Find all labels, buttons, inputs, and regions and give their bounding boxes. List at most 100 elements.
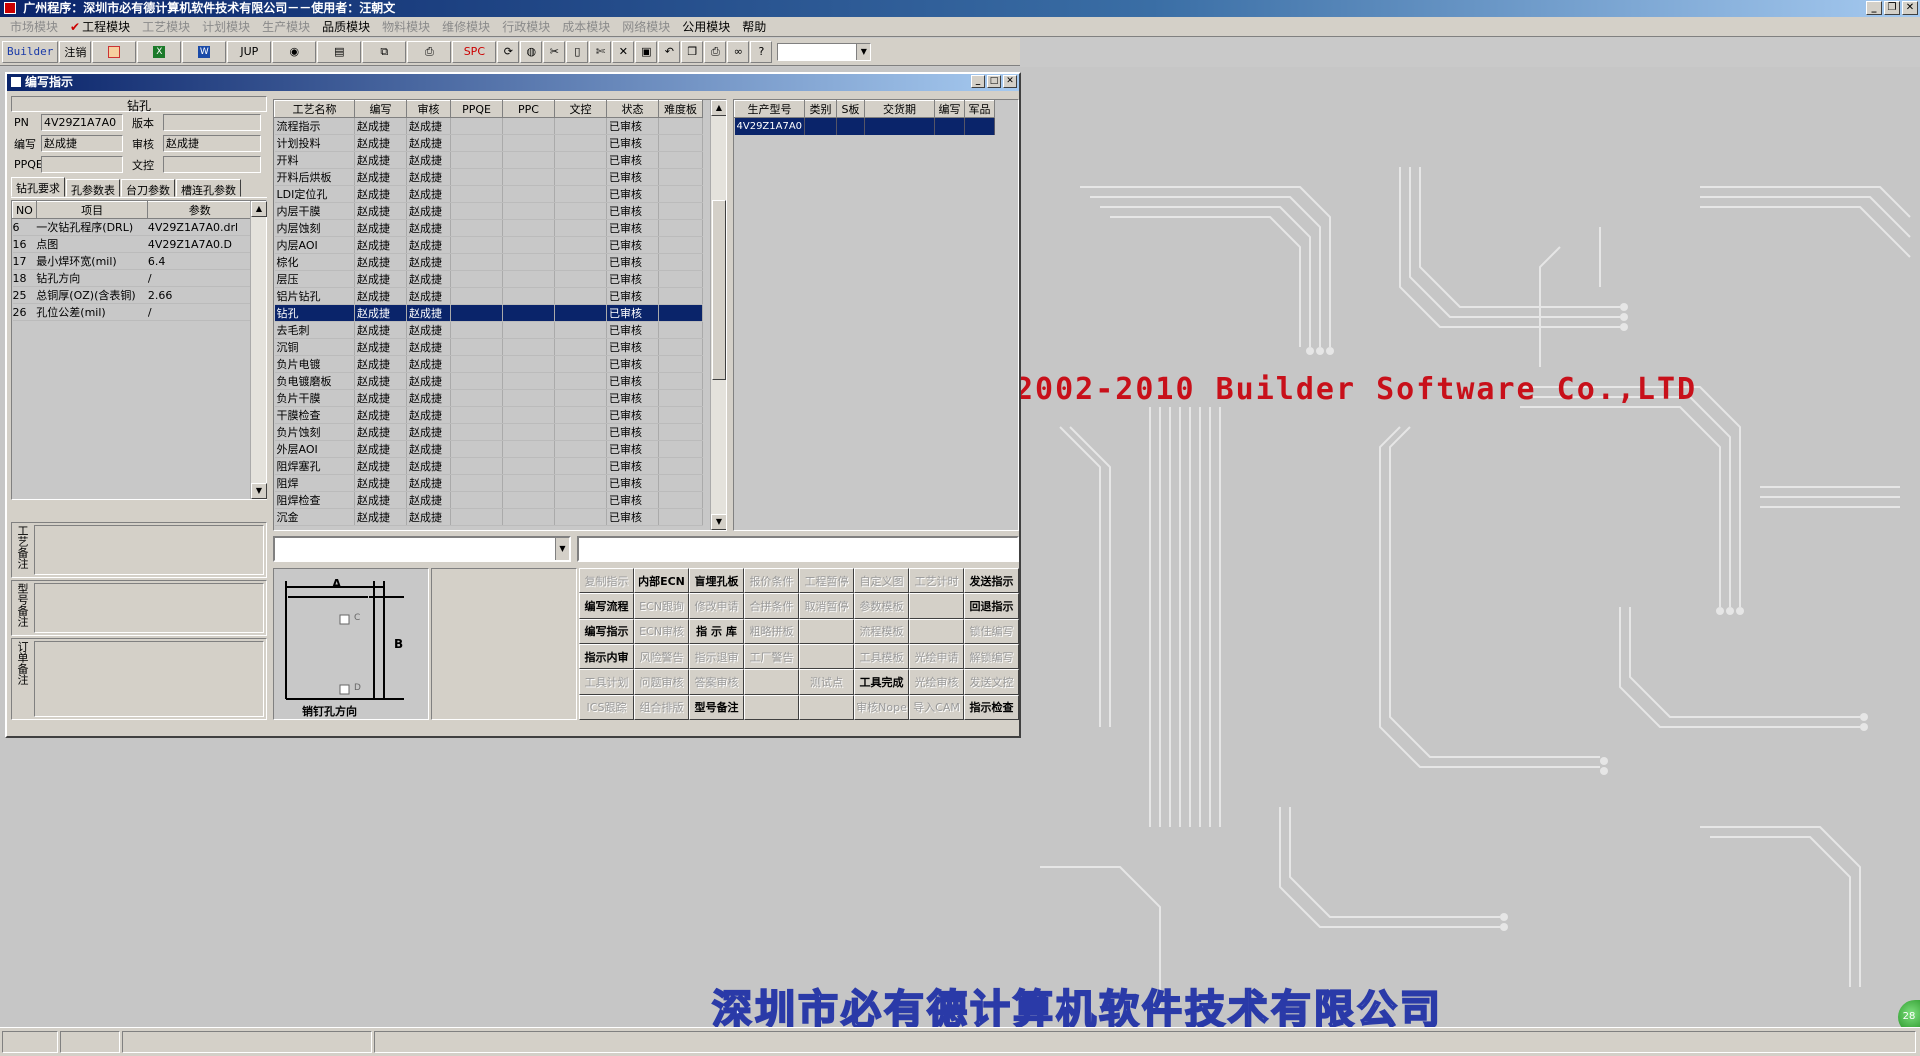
model-row[interactable]: 4V29Z1A7A0 — [734, 117, 995, 135]
menu-item[interactable]: ✔ 工程模块 — [64, 18, 136, 35]
menu-item[interactable]: 生产模块 — [256, 18, 316, 35]
model-notes-input[interactable] — [34, 583, 264, 633]
params-row[interactable]: 16 点图 4V29Z1A7A0.D — [12, 235, 252, 253]
tab-2[interactable]: 孔参数表 — [66, 179, 120, 197]
process-row[interactable]: 铝片钻孔 赵成捷 赵成捷 已审核 — [274, 287, 703, 305]
process-column-header[interactable]: 文控 — [554, 100, 607, 118]
process-grid[interactable]: 工艺名称 编写 审核 PPQE PPC 文控 状态 难度板 流程指示 赵成捷 赵成捷 已审核 计划投料… — [273, 99, 727, 531]
command-button[interactable]: 自定义图 — [854, 568, 909, 594]
process-row[interactable]: 沉铜 赵成捷 赵成捷 已审核 — [274, 338, 703, 356]
drilling-params-grid[interactable]: NO 项目 参数 6 一次钻孔程序(DRL) 4V29Z1A7A0.drl 16 点图 4V2… — [11, 200, 267, 500]
cut-icon[interactable]: ✂ — [543, 40, 566, 63]
undo-icon[interactable]: ↶ — [658, 40, 681, 63]
process-row[interactable]: 阻焊塞孔 赵成捷 赵成捷 已审核 — [274, 457, 703, 475]
builder-button[interactable]: Builder — [2, 40, 59, 63]
book-icon[interactable]: ▤ — [317, 40, 362, 63]
save-icon[interactable]: ▣ — [635, 40, 658, 63]
tab-4[interactable]: 槽连孔参数 — [176, 179, 241, 197]
logout-button[interactable]: 注销 — [59, 40, 92, 63]
model-grid[interactable]: 生产型号 类别 S板 交货期 编写 军品 4V29Z1A7A0 — [733, 99, 1019, 531]
scroll-down-icon[interactable]: ▼ — [711, 514, 726, 530]
new-file-icon[interactable]: ▯ — [566, 40, 589, 63]
process-row[interactable]: 外层AOI 赵成捷 赵成捷 已审核 — [274, 440, 703, 458]
model-column-header[interactable]: 军品 — [964, 100, 995, 118]
command-button[interactable]: 指 示 库 — [689, 618, 744, 644]
window-close-button[interactable]: ✕ — [1003, 75, 1017, 88]
menu-item[interactable]: 行政模块 — [496, 18, 556, 35]
command-button[interactable]: 导入CAM — [909, 694, 964, 720]
printer-icon[interactable]: ⎙ — [407, 40, 452, 63]
command-button[interactable]: 修改申请 — [689, 593, 744, 619]
model-column-header[interactable]: 交货期 — [864, 100, 935, 118]
chevron-down-icon[interactable]: ▼ — [856, 43, 871, 60]
process-row[interactable]: 内层AOI 赵成捷 赵成捷 已审核 — [274, 236, 703, 254]
minimize-button[interactable]: _ — [1866, 1, 1882, 15]
command-button[interactable]: 工艺计时 — [909, 568, 964, 594]
scroll-thumb[interactable] — [712, 200, 726, 380]
command-button[interactable]: 复制指示 — [579, 568, 634, 594]
model-column-header[interactable]: 编写 — [934, 100, 965, 118]
command-button[interactable]: 光绘审核 — [909, 669, 964, 695]
process-row[interactable]: 负片蚀刻 赵成捷 赵成捷 已审核 — [274, 423, 703, 441]
process-row[interactable]: 开料后烘板 赵成捷 赵成捷 已审核 — [274, 168, 703, 186]
scroll-up-icon[interactable]: ▲ — [711, 100, 726, 116]
chevron-down-icon[interactable]: ▼ — [555, 538, 569, 560]
process-row[interactable]: 负电镀磨板 赵成捷 赵成捷 已审核 — [274, 372, 703, 390]
process-column-header[interactable]: PPQE — [450, 100, 503, 118]
eye-icon[interactable]: ◉ — [272, 40, 317, 63]
window-minimize-button[interactable]: _ — [971, 75, 985, 88]
process-row[interactable]: 去毛刺 赵成捷 赵成捷 已审核 — [274, 321, 703, 339]
command-button[interactable]: ECN跟询 — [634, 593, 689, 619]
command-button[interactable]: 指示退审 — [689, 644, 744, 670]
menu-item[interactable]: 品质模块 — [316, 18, 376, 35]
command-button[interactable]: 流程模板 — [854, 618, 909, 644]
cut-icon[interactable]: ✄ — [589, 40, 612, 63]
command-button[interactable]: 内部ECN — [634, 568, 689, 594]
process-column-header[interactable]: 难度板 — [658, 100, 703, 118]
document-control-field[interactable] — [163, 156, 261, 173]
command-button[interactable]: 粗略拼板 — [744, 618, 799, 644]
process-row[interactable]: 开料 赵成捷 赵成捷 已审核 — [274, 151, 703, 169]
process-row[interactable]: 棕化 赵成捷 赵成捷 已审核 — [274, 253, 703, 271]
writer-field[interactable]: 赵成捷 — [41, 135, 123, 152]
close-button[interactable]: ✕ — [1902, 1, 1918, 15]
process-row[interactable]: 干膜检查 赵成捷 赵成捷 已审核 — [274, 406, 703, 424]
restore-button[interactable]: ❐ — [1884, 1, 1900, 15]
params-scrollbar[interactable]: ▲ ▼ — [250, 201, 267, 499]
process-row[interactable]: 流程指示 赵成捷 赵成捷 已审核 — [274, 117, 703, 135]
craft-notes-input[interactable] — [34, 525, 264, 575]
command-button[interactable]: 风险警告 — [634, 644, 689, 670]
command-button[interactable]: 工具计划 — [579, 669, 634, 695]
command-button[interactable]: 指示检查 — [964, 694, 1019, 720]
model-column-header[interactable]: 生产型号 — [734, 100, 805, 118]
command-button[interactable]: ICS跟踪 — [579, 694, 634, 720]
pn-field[interactable]: 4V29Z1A7A0 — [41, 114, 123, 131]
command-button[interactable]: 测试点 — [799, 669, 854, 695]
process-column-header[interactable]: 工艺名称 — [274, 100, 355, 118]
menu-item[interactable]: 公用模块 — [676, 18, 736, 35]
order-notes-input[interactable] — [34, 641, 264, 717]
command-button[interactable]: 回退指示 — [964, 593, 1019, 619]
command-button[interactable]: 组合排版 — [634, 694, 689, 720]
binoculars-icon[interactable]: ∞ — [727, 40, 750, 63]
help-icon[interactable]: ? — [750, 40, 773, 63]
refresh-icon[interactable]: ⟳ — [497, 40, 520, 63]
process-row[interactable]: 内层干膜 赵成捷 赵成捷 已审核 — [274, 202, 703, 220]
menu-item[interactable]: 工艺模块 — [136, 18, 196, 35]
command-button[interactable]: 型号备注 — [689, 694, 744, 720]
command-button[interactable]: 解锁编写 — [964, 644, 1019, 670]
command-button[interactable]: 指示内审 — [579, 644, 634, 670]
params-row[interactable]: 25 总铜厚(OZ)(含表铜) 2.66 — [12, 286, 252, 304]
network-icon[interactable]: ⧉ — [362, 40, 407, 63]
command-button[interactable]: 编写指示 — [579, 618, 634, 644]
command-button[interactable]: 答案审核 — [689, 669, 744, 695]
command-button[interactable]: 报价条件 — [744, 568, 799, 594]
menu-item[interactable]: 市场模块 — [4, 18, 64, 35]
window-maximize-button[interactable]: □ — [987, 75, 1001, 88]
command-button[interactable]: 发送指示 — [964, 568, 1019, 594]
jup-button[interactable]: JUP — [227, 40, 272, 63]
command-button[interactable]: 取消暂停 — [799, 593, 854, 619]
scroll-down-icon[interactable]: ▼ — [251, 483, 267, 499]
report-icon[interactable] — [92, 40, 137, 63]
params-row[interactable]: 6 一次钻孔程序(DRL) 4V29Z1A7A0.drl — [12, 218, 252, 236]
